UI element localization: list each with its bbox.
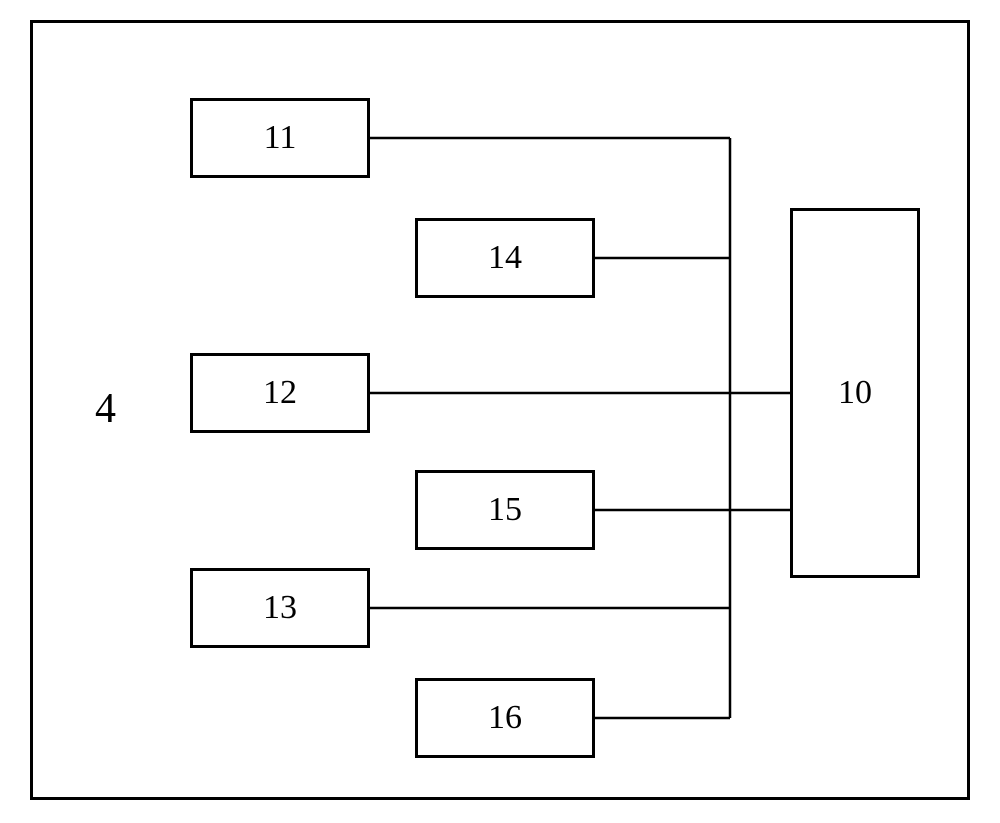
block-16: 16 <box>415 678 595 758</box>
block-12-label: 12 <box>263 374 297 412</box>
block-15-label: 15 <box>488 491 522 529</box>
diagram-canvas: 11 12 13 14 15 16 10 4 <box>0 0 1000 823</box>
block-11: 11 <box>190 98 370 178</box>
diagram-label-4-text: 4 <box>95 386 116 432</box>
block-15: 15 <box>415 470 595 550</box>
block-14: 14 <box>415 218 595 298</box>
block-10-label: 10 <box>838 374 872 412</box>
block-13: 13 <box>190 568 370 648</box>
block-13-label: 13 <box>263 589 297 627</box>
block-10: 10 <box>790 208 920 578</box>
diagram-label-4: 4 <box>95 385 116 433</box>
block-11-label: 11 <box>264 119 297 157</box>
block-14-label: 14 <box>488 239 522 277</box>
block-16-label: 16 <box>488 699 522 737</box>
block-12: 12 <box>190 353 370 433</box>
